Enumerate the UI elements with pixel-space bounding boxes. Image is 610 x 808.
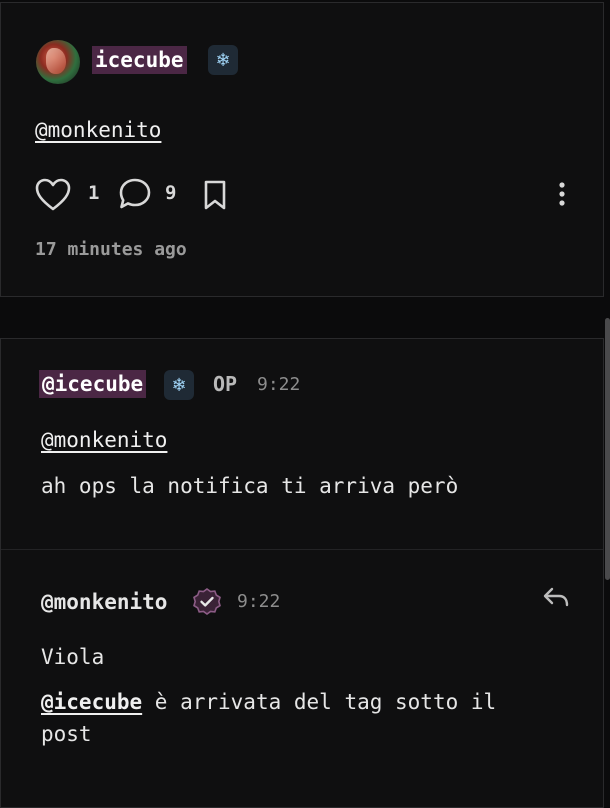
op-badge: OP: [213, 372, 238, 396]
scrollbar[interactable]: [605, 318, 610, 580]
snowflake-flair-icon: ❄: [164, 370, 194, 400]
comment-text-line: post: [41, 722, 92, 746]
comment-mention-link[interactable]: @icecube: [41, 690, 142, 714]
reply-icon[interactable]: [542, 586, 570, 608]
comment-thread: @icecube ❄ OP 9:22 @monkenito ah ops la …: [0, 338, 604, 808]
like-count: 1: [88, 182, 100, 204]
comment-author[interactable]: @icecube: [39, 370, 147, 398]
comment-time: 9:22: [257, 374, 301, 395]
comment-author[interactable]: @monkenito: [41, 587, 167, 617]
more-vertical-icon[interactable]: [556, 181, 568, 207]
comment-text-line: @icecube è arrivata del tag sotto il: [41, 687, 496, 717]
comment-divider: [1, 549, 603, 550]
comment-text: ah ops la notifica ti arriva però: [41, 474, 459, 498]
post-mention-link[interactable]: @monkenito: [35, 115, 161, 145]
comment-icon[interactable]: [118, 177, 152, 211]
bookmark-icon[interactable]: [203, 179, 227, 211]
comment-text-line: Viola: [41, 645, 105, 669]
comment-mention-link[interactable]: @monkenito: [41, 425, 167, 455]
post-timestamp: 17 minutes ago: [35, 239, 187, 260]
snowflake-flair-icon: ❄: [208, 45, 238, 75]
verified-badge-icon: [193, 588, 221, 615]
avatar[interactable]: [36, 40, 80, 84]
post-card: icecube ❄ @monkenito 1 9 17 minutes ago: [0, 2, 604, 297]
heart-icon[interactable]: [35, 178, 71, 212]
comment-count: 9: [165, 182, 177, 204]
post-author[interactable]: icecube: [92, 46, 187, 74]
comment-time: 9:22: [237, 591, 281, 612]
comment-text-fragment: è arrivata del tag sotto il: [142, 690, 497, 714]
